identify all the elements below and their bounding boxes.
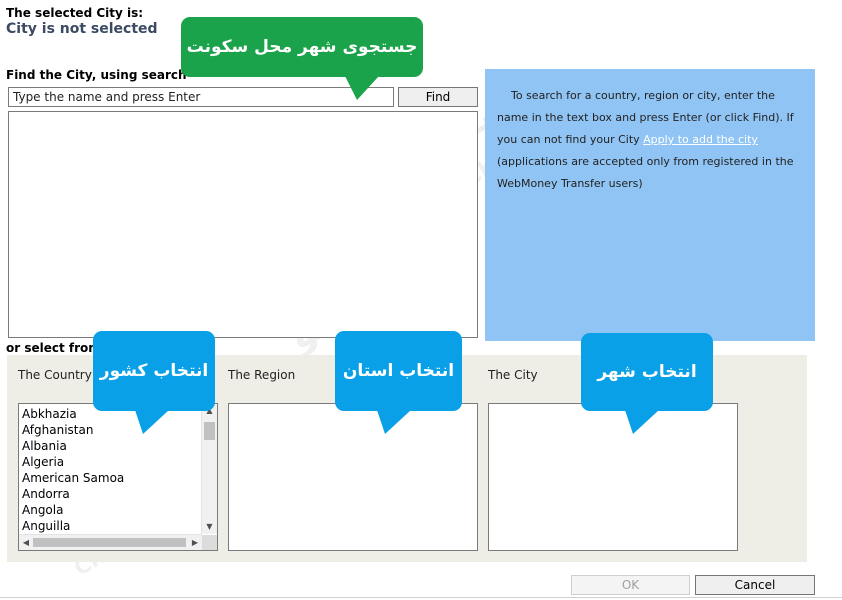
search-input[interactable]	[8, 87, 394, 107]
city-label: The City	[488, 368, 538, 382]
callout-tail	[135, 410, 169, 434]
apply-city-link[interactable]: Apply to add the city	[643, 133, 758, 146]
or-select-label: or select from	[6, 341, 101, 355]
callout-search-city: جستجوی شهر محل سکونت	[181, 17, 423, 77]
scroll-corner	[202, 535, 217, 550]
list-item[interactable]: American Samoa	[22, 470, 124, 486]
scroll-thumb[interactable]	[204, 422, 215, 440]
country-label: The Country	[18, 368, 92, 382]
list-item[interactable]: Andorra	[22, 486, 124, 502]
list-item[interactable]: Afghanistan	[22, 422, 124, 438]
scroll-thumb[interactable]	[33, 538, 186, 547]
vertical-scrollbar[interactable]: ▲ ▼	[201, 404, 217, 534]
callout-tail	[377, 410, 411, 434]
callout-tail	[625, 410, 659, 434]
scroll-down-icon[interactable]: ▼	[202, 520, 217, 534]
city-listbox[interactable]	[488, 403, 738, 551]
country-listbox[interactable]: Abkhazia Afghanistan Albania Algeria Ame…	[18, 403, 218, 551]
list-item[interactable]: Albania	[22, 438, 124, 454]
callout-region: انتخاب استان	[335, 331, 462, 411]
scroll-right-icon[interactable]: ▶	[188, 535, 202, 550]
selected-city-value: City is not selected	[6, 21, 158, 37]
horizontal-scrollbar[interactable]: ◀ ▶	[19, 534, 202, 550]
list-item[interactable]: Algeria	[22, 454, 124, 470]
cancel-button[interactable]: Cancel	[695, 575, 815, 595]
info-panel: To search for a country, region or city,…	[485, 69, 815, 341]
country-items: Abkhazia Afghanistan Albania Algeria Ame…	[22, 406, 124, 534]
selected-city-label: The selected City is:	[6, 6, 144, 20]
ok-button[interactable]: OK	[571, 575, 690, 595]
callout-country: انتخاب کشور	[93, 331, 215, 411]
search-label: Find the City, using search	[6, 68, 187, 82]
list-item[interactable]: Angola	[22, 502, 124, 518]
region-label: The Region	[228, 368, 296, 382]
callout-city: انتخاب شهر	[581, 333, 713, 411]
callout-tail	[345, 76, 379, 100]
search-results-box[interactable]	[8, 111, 478, 338]
region-listbox[interactable]	[228, 403, 478, 551]
scroll-left-icon[interactable]: ◀	[19, 535, 33, 550]
list-item[interactable]: Anguilla	[22, 518, 124, 534]
find-button[interactable]: Find	[398, 87, 478, 107]
divider	[0, 597, 842, 598]
info-note: (applications are accepted only from reg…	[497, 155, 794, 190]
